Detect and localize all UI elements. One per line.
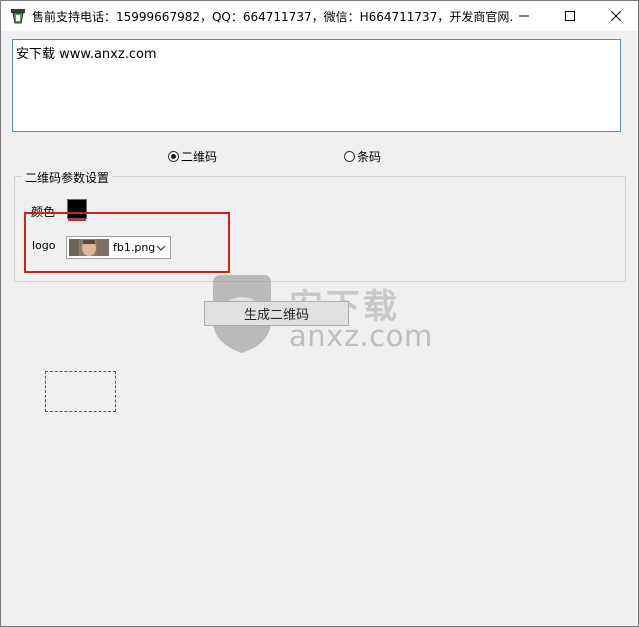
title-bar[interactable]: 售前支持电话：15999667982，QQ：664711737，微信：H6647…	[1, 1, 638, 31]
radio-barcode-label: 条码	[357, 150, 382, 164]
generate-qrcode-button[interactable]: 生成二维码	[204, 301, 349, 326]
qr-output-area	[45, 371, 116, 412]
maximize-icon	[565, 11, 575, 21]
content-textarea[interactable]: 安下载 www.anxz.com	[12, 39, 621, 132]
radio-barcode-circle[interactable]	[344, 151, 355, 162]
app-icon	[11, 9, 25, 24]
radio-qrcode-circle[interactable]	[168, 151, 179, 162]
minimize-icon	[519, 15, 529, 17]
radio-qrcode[interactable]: 二维码	[168, 148, 217, 165]
minimize-button[interactable]	[501, 1, 547, 31]
qr-settings-title: 二维码参数设置	[22, 169, 113, 186]
annotation-highlight-box	[24, 212, 230, 273]
app-window: 售前支持电话：15999667982，QQ：664711737，微信：H6647…	[0, 0, 639, 627]
radio-barcode[interactable]: 条码	[344, 148, 381, 165]
content-text: 安下载 www.anxz.com	[16, 47, 157, 62]
radio-qrcode-label: 二维码	[181, 150, 218, 164]
close-icon	[611, 11, 621, 21]
window-title: 售前支持电话：15999667982，QQ：664711737，微信：H6647…	[32, 10, 512, 24]
close-button[interactable]	[593, 1, 638, 31]
maximize-button[interactable]	[547, 1, 593, 31]
